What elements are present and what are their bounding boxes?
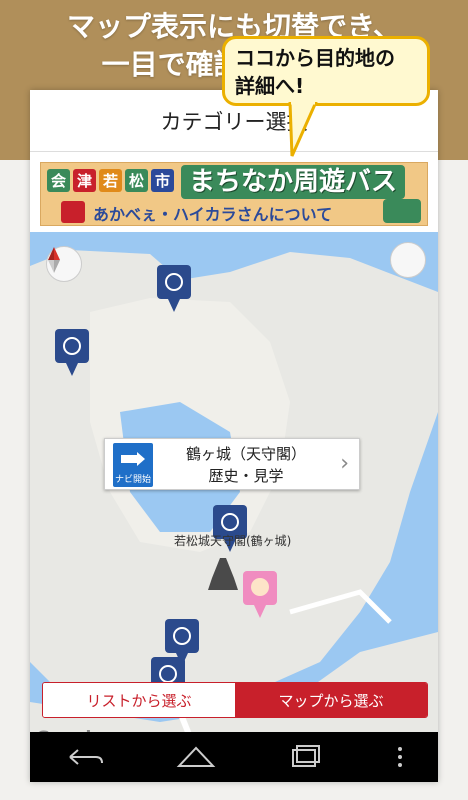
city-char: 松 bbox=[125, 169, 148, 192]
city-name: 会 津 若 松 市 bbox=[47, 169, 174, 192]
my-location-button[interactable] bbox=[390, 242, 426, 278]
red-bus-icon bbox=[61, 201, 85, 223]
poi-category: 歴史・見学 bbox=[208, 467, 284, 485]
poi-info-window[interactable]: ナビ開始 鶴ヶ城（天守閣） 歴史・見学 › bbox=[104, 438, 360, 490]
phone-screen: カテゴリー選択 会 津 若 松 市 まちなか周遊バス あかべぇ・ハイカラさんにつ… bbox=[30, 90, 438, 782]
compass-icon[interactable] bbox=[46, 246, 82, 282]
callout-tail bbox=[288, 102, 318, 157]
chevron-right-icon[interactable]: › bbox=[340, 451, 349, 476]
green-bus-icon bbox=[383, 199, 421, 223]
home-icon[interactable] bbox=[173, 742, 219, 772]
poi-title: 鶴ヶ城（天守閣） bbox=[185, 445, 306, 463]
callout-line-2: 詳細へ! bbox=[235, 74, 305, 98]
menu-icon[interactable] bbox=[394, 742, 406, 772]
city-char: 津 bbox=[73, 169, 96, 192]
tip-callout: ココから目的地の 詳細へ! bbox=[222, 36, 430, 106]
city-char: 市 bbox=[151, 169, 174, 192]
android-nav-bar bbox=[30, 732, 438, 782]
recent-apps-icon[interactable] bbox=[283, 742, 329, 772]
bus-stop-pin[interactable] bbox=[54, 328, 90, 378]
bus-title: まちなか周遊バス bbox=[181, 165, 406, 199]
nav-start-label: ナビ開始 bbox=[114, 475, 151, 485]
bus-subtitle: あかべぇ・ハイカラさんについて bbox=[93, 205, 333, 224]
pointing-hand-icon bbox=[121, 452, 145, 466]
castle-icon bbox=[208, 558, 238, 590]
bus-stop-pin[interactable] bbox=[156, 264, 192, 314]
map-select-button[interactable]: マップから選ぶ bbox=[235, 683, 427, 717]
character-pin[interactable] bbox=[242, 570, 278, 620]
bus-info-banner[interactable]: 会 津 若 松 市 まちなか周遊バス あかべぇ・ハイカラさんについて bbox=[40, 162, 428, 226]
list-select-button[interactable]: リストから選ぶ bbox=[43, 683, 235, 717]
navigation-start-button[interactable]: ナビ開始 bbox=[113, 443, 153, 487]
back-icon[interactable] bbox=[62, 742, 108, 772]
city-char: 若 bbox=[99, 169, 122, 192]
city-char: 会 bbox=[47, 169, 70, 192]
callout-line-1: ココから目的地の bbox=[235, 46, 395, 70]
view-toggle: リストから選ぶ マップから選ぶ bbox=[42, 682, 428, 718]
castle-label: 若松城天守閣(鶴ヶ城) bbox=[174, 534, 292, 548]
